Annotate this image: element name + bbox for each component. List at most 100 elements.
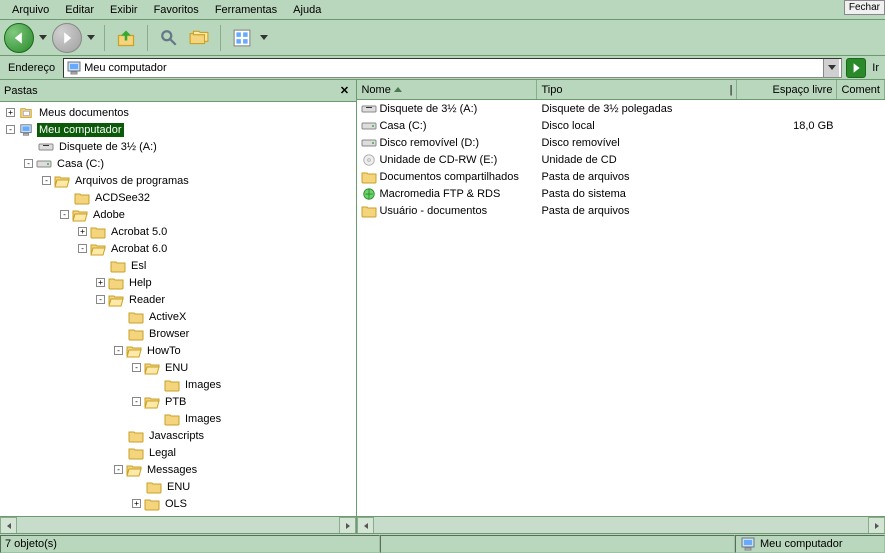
tree-toggle[interactable]: - bbox=[132, 363, 141, 372]
menu-edit[interactable]: Editar bbox=[57, 2, 102, 18]
tree-item[interactable]: -PTB bbox=[0, 393, 356, 410]
folder-icon bbox=[164, 377, 180, 393]
list-item[interactable]: Casa (C:)Disco local18,0 GB bbox=[357, 117, 885, 134]
column-free[interactable]: Espaço livre bbox=[737, 80, 837, 99]
tree-item[interactable]: Legal bbox=[0, 444, 356, 461]
tree-toggle[interactable]: - bbox=[24, 159, 33, 168]
go-button[interactable] bbox=[846, 58, 866, 78]
column-name[interactable]: Nome bbox=[357, 80, 537, 99]
arrow-right-icon bbox=[60, 31, 74, 45]
tree-toggle[interactable]: - bbox=[60, 210, 69, 219]
column-headers: Nome Tipo| Espaço livre Coment bbox=[357, 80, 885, 100]
tree-toggle[interactable]: - bbox=[114, 465, 123, 474]
forward-button[interactable] bbox=[52, 23, 82, 53]
scroll-right-button[interactable] bbox=[339, 517, 356, 533]
list-item[interactable]: Disco removível (D:)Disco removível bbox=[357, 134, 885, 151]
address-value: Meu computador bbox=[82, 62, 823, 74]
tree-toggle[interactable]: + bbox=[6, 108, 15, 117]
back-dropdown[interactable] bbox=[38, 23, 48, 53]
column-comments[interactable]: Coment bbox=[837, 80, 885, 99]
search-button[interactable] bbox=[156, 25, 182, 51]
tree-toggle[interactable]: + bbox=[132, 499, 141, 508]
tree-item[interactable]: -Meu computador bbox=[0, 121, 356, 138]
tree-item[interactable]: Images bbox=[0, 376, 356, 393]
scroll-left-button[interactable] bbox=[0, 517, 17, 533]
tree-item[interactable]: -Arquivos de programas bbox=[0, 172, 356, 189]
item-name: Disquete de 3½ (A:) bbox=[379, 103, 477, 115]
tree-toggle[interactable]: - bbox=[78, 244, 87, 253]
floppy-icon bbox=[361, 101, 377, 117]
tree-item[interactable]: + Acrobat 5.0 bbox=[0, 223, 356, 240]
list-item[interactable]: Macromedia FTP & RDSPasta do sistema bbox=[357, 185, 885, 202]
views-dropdown[interactable] bbox=[259, 23, 269, 53]
tree-item[interactable]: - Casa (C:) bbox=[0, 155, 356, 172]
scroll-track[interactable] bbox=[17, 517, 339, 533]
computer-icon bbox=[740, 536, 756, 552]
folder-icon bbox=[128, 428, 144, 444]
tree-item[interactable]: -Reader bbox=[0, 291, 356, 308]
list-item[interactable]: Usuário - documentosPasta de arquivos bbox=[357, 202, 885, 219]
status-location: Meu computador bbox=[735, 535, 885, 553]
scroll-right-button[interactable] bbox=[868, 517, 885, 533]
tree-item[interactable]: -Acrobat 6.0 bbox=[0, 240, 356, 257]
menu-help[interactable]: Ajuda bbox=[285, 2, 329, 18]
sidebar-header: Pastas ✕ bbox=[0, 80, 356, 102]
tree-toggle[interactable]: + bbox=[78, 227, 87, 236]
tree-item[interactable]: -Messages bbox=[0, 461, 356, 478]
tree-item[interactable]: ENU bbox=[0, 478, 356, 495]
computer-icon bbox=[18, 122, 34, 138]
tree-item[interactable]: Disquete de 3½ (A:) bbox=[0, 138, 356, 155]
folders-button[interactable] bbox=[186, 25, 212, 51]
sidebar-hscroll[interactable] bbox=[0, 516, 356, 533]
tree-toggle[interactable]: - bbox=[114, 346, 123, 355]
folder-tree[interactable]: +Meus documentos-Meu computadorDisquete … bbox=[0, 102, 356, 516]
menu-tools[interactable]: Ferramentas bbox=[207, 2, 285, 18]
column-type[interactable]: Tipo| bbox=[537, 80, 737, 99]
file-list[interactable]: Disquete de 3½ (A:)Disquete de 3½ polega… bbox=[357, 100, 885, 516]
tree-item[interactable]: Javascripts bbox=[0, 427, 356, 444]
separator bbox=[220, 25, 221, 51]
list-item[interactable]: Unidade de CD-RW (E:)Unidade de CD bbox=[357, 151, 885, 168]
forward-dropdown[interactable] bbox=[86, 23, 96, 53]
menu-file[interactable]: Arquivo bbox=[4, 2, 57, 18]
tree-toggle[interactable]: - bbox=[132, 397, 141, 406]
close-button[interactable]: Fechar bbox=[844, 0, 885, 15]
tree-item[interactable]: ACDSee32 bbox=[0, 189, 356, 206]
tree-item[interactable]: +OLS bbox=[0, 495, 356, 512]
address-input[interactable]: Meu computador bbox=[63, 58, 842, 78]
scroll-left-button[interactable] bbox=[357, 517, 374, 533]
address-dropdown[interactable] bbox=[823, 59, 839, 77]
address-label: Endereço bbox=[4, 62, 59, 74]
tree-item[interactable]: Browser bbox=[0, 325, 356, 342]
up-button[interactable] bbox=[113, 25, 139, 51]
tree-item[interactable]: -ENU bbox=[0, 359, 356, 376]
tree-toggle[interactable]: - bbox=[42, 176, 51, 185]
tree-item[interactable]: +Meus documentos bbox=[0, 104, 356, 121]
tree-toggle[interactable]: + bbox=[96, 278, 105, 287]
item-type: Disco removível bbox=[537, 137, 737, 149]
menu-view[interactable]: Exibir bbox=[102, 2, 146, 18]
content: Pastas ✕ +Meus documentos-Meu computador… bbox=[0, 80, 885, 533]
tree-label: Esl bbox=[129, 259, 148, 273]
tree-label: Casa (C:) bbox=[55, 157, 106, 171]
addressbar: Endereço Meu computador Ir bbox=[0, 56, 885, 80]
list-item[interactable]: Disquete de 3½ (A:)Disquete de 3½ polega… bbox=[357, 100, 885, 117]
tree-item[interactable]: +Help bbox=[0, 274, 356, 291]
tree-toggle[interactable]: - bbox=[6, 125, 15, 134]
tree-toggle[interactable]: - bbox=[96, 295, 105, 304]
tree-item[interactable]: Esl bbox=[0, 257, 356, 274]
list-item[interactable]: Documentos compartilhadosPasta de arquiv… bbox=[357, 168, 885, 185]
main-hscroll[interactable] bbox=[357, 516, 885, 533]
sidebar-close-button[interactable]: ✕ bbox=[336, 83, 352, 99]
back-button[interactable] bbox=[4, 23, 34, 53]
item-name: Macromedia FTP & RDS bbox=[379, 188, 500, 200]
tree-item[interactable]: ActiveX bbox=[0, 308, 356, 325]
tree-item[interactable]: Images bbox=[0, 410, 356, 427]
tree-item[interactable]: - HowTo bbox=[0, 342, 356, 359]
tree-label: HowTo bbox=[145, 344, 183, 358]
tree-item[interactable]: -Adobe bbox=[0, 206, 356, 223]
tree-label: Acrobat 5.0 bbox=[109, 225, 169, 239]
views-button[interactable] bbox=[229, 25, 255, 51]
menu-favorites[interactable]: Favoritos bbox=[146, 2, 207, 18]
scroll-track[interactable] bbox=[374, 517, 868, 533]
